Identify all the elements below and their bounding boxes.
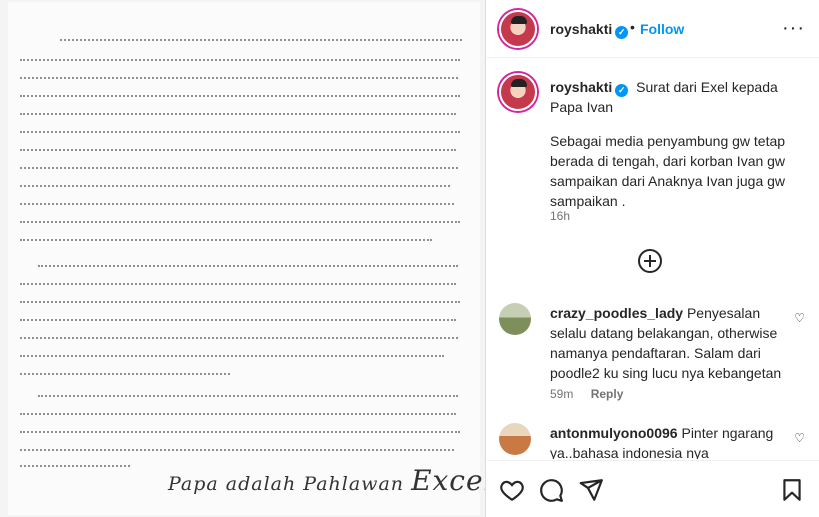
- comment-icon[interactable]: [538, 477, 564, 503]
- caption-header: royshakti ✓ Surat dari Exel kepada Papa I…: [550, 77, 805, 117]
- post-header: royshakti ✓ • Follow ···: [487, 0, 819, 58]
- verified-badge-icon: ✓: [615, 26, 629, 39]
- handwritten-letter: Papa adalah Pahlawan Excel: [8, 2, 485, 515]
- heart-icon[interactable]: ♡: [794, 431, 805, 445]
- heart-icon[interactable]: [499, 477, 525, 503]
- bookmark-icon[interactable]: [779, 477, 805, 503]
- plus-circle-icon[interactable]: [638, 249, 662, 273]
- comment-meta: 59m Reply: [550, 387, 623, 401]
- post-image[interactable]: Papa adalah Pahlawan Excel: [0, 0, 486, 517]
- letter-signature: Papa adalah Pahlawan Excel: [168, 464, 486, 497]
- commenter-username[interactable]: crazy_poodles_lady: [550, 305, 683, 321]
- post-actions-bar: [487, 460, 819, 517]
- follow-button[interactable]: Follow: [640, 21, 684, 37]
- commenter-username[interactable]: antonmulyono0096: [550, 425, 678, 441]
- comment-timestamp[interactable]: 59m: [550, 387, 573, 401]
- share-icon[interactable]: [578, 477, 604, 503]
- comment-text-block: antonmulyono0096 Pinter ngarang ya..baha…: [550, 423, 795, 459]
- separator-dot: •: [630, 19, 635, 35]
- post-sidebar: royshakti ✓ • Follow ··· royshakti ✓ Surat…: [487, 0, 819, 517]
- reply-button[interactable]: Reply: [591, 387, 624, 401]
- commenter-avatar[interactable]: [499, 423, 531, 455]
- more-options-icon[interactable]: ···: [782, 17, 805, 40]
- caption-author-avatar[interactable]: [499, 73, 537, 111]
- comments-scroll-area[interactable]: royshakti ✓ Surat dari Exel kepada Papa I…: [487, 59, 819, 459]
- comment-text-block: crazy_poodles_lady Penyesalan selalu dat…: [550, 303, 795, 383]
- verified-badge-icon: ✓: [615, 84, 629, 97]
- caption-text: Sebagai media penyambung gw tetap berada…: [550, 133, 786, 209]
- heart-icon[interactable]: ♡: [794, 311, 805, 325]
- commenter-avatar[interactable]: [499, 303, 531, 335]
- caption-timestamp[interactable]: 16h: [550, 209, 570, 223]
- author-avatar[interactable]: [499, 10, 537, 48]
- caption-username[interactable]: royshakti ✓: [550, 79, 629, 97]
- author-username[interactable]: royshakti ✓: [550, 21, 629, 39]
